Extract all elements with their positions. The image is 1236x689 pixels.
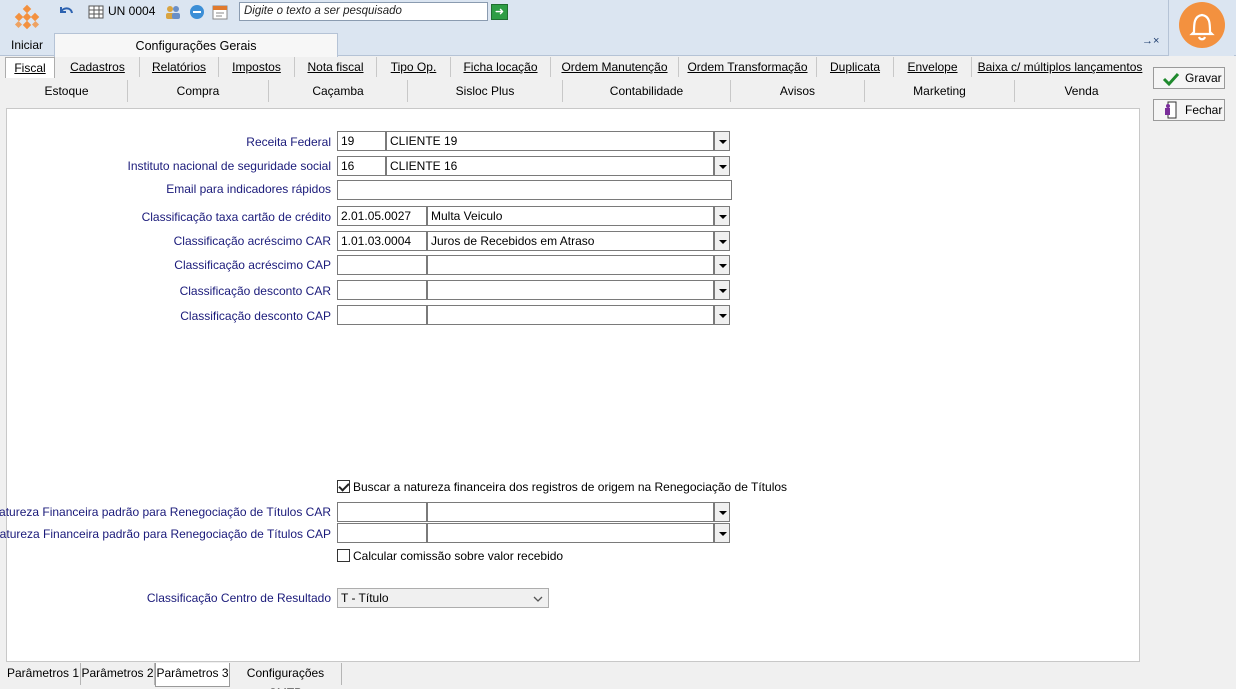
tab-estoque[interactable]: Estoque [6,80,128,102]
unit-label[interactable]: UN 0004 [108,4,155,18]
desc-cap-desc-input[interactable] [427,305,714,325]
receita-code-input[interactable]: 19 [337,131,386,151]
email-label: Email para indicadores rápidos [166,182,331,196]
acresc-car-code-input[interactable]: 1.01.03.0004 [337,231,427,251]
nat-car-desc-input[interactable] [427,502,714,522]
tab-cacamba[interactable]: Caçamba [269,80,408,102]
receita-desc-input[interactable]: CLIENTE 19 [386,131,714,151]
receita-label: Receita Federal [246,135,331,149]
centro-resultado-label: Classificação Centro de Resultado [146,591,331,605]
tab-ordem-transformacao[interactable]: Ordem Transformação [679,57,817,77]
save-label: Gravar [1185,71,1222,85]
nat-car-dropdown-button[interactable] [714,502,730,522]
tab-marketing[interactable]: Marketing [865,80,1015,102]
acresc-car-dropdown-button[interactable] [714,231,730,251]
nat-cap-label: Natureza Financeira padrão para Renegoci… [0,527,331,541]
undo-icon[interactable] [57,4,75,20]
start-label: Iniciar [10,38,43,52]
acresc-cap-label: Classificação acréscimo CAP [174,258,331,272]
acresc-cap-dropdown-button[interactable] [714,255,730,275]
desc-car-desc-input[interactable] [427,280,714,300]
taxa-cartao-desc-input[interactable]: Multa Veiculo [427,206,714,226]
door-exit-icon [1165,101,1177,119]
inss-dropdown-button[interactable] [714,156,730,176]
desc-car-label: Classificação desconto CAR [179,284,331,298]
acresc-car-label: Classificação acréscimo CAR [173,234,331,248]
desc-cap-code-input[interactable] [337,305,427,325]
comissao-checkbox[interactable] [337,549,350,562]
refresh-icon[interactable] [188,4,206,20]
start-logo-icon [14,4,40,30]
tab-avisos[interactable]: Avisos [731,80,865,102]
comissao-label: Calcular comissão sobre valor recebido [353,549,564,563]
tab-baixa-multiplos[interactable]: Baixa c/ múltiplos lançamentos [972,57,1148,77]
tab-sisloc-plus[interactable]: Sisloc Plus [408,80,563,102]
acresc-cap-code-input[interactable] [337,255,427,275]
bell-icon [1189,13,1215,41]
notification-button[interactable] [1179,2,1225,48]
tab-venda[interactable]: Venda [1015,80,1148,102]
tab-parametros-1[interactable]: Parâmetros 1 [6,663,81,685]
tab-parametros-2[interactable]: Parâmetros 2 [81,663,155,685]
taxa-cartao-code-input[interactable]: 2.01.05.0027 [337,206,427,226]
nat-cap-code-input[interactable] [337,523,427,543]
desc-car-dropdown-button[interactable] [714,280,730,300]
calendar-icon[interactable] [211,4,229,20]
tab-duplicata[interactable]: Duplicata [817,57,894,77]
tab-compra[interactable]: Compra [128,80,269,102]
tab-ficha-locacao[interactable]: Ficha locação [451,57,551,77]
close-button[interactable]: Fechar [1153,99,1225,121]
nat-cap-desc-input[interactable] [427,523,714,543]
receita-dropdown-button[interactable] [714,131,730,151]
centro-resultado-select[interactable]: T - Título [337,588,549,608]
tab-parametros-3[interactable]: Parâmetros 3 [155,663,230,687]
nat-car-code-input[interactable] [337,502,427,522]
document-tab[interactable]: Configurações Gerais [54,33,338,57]
inss-code-input[interactable]: 16 [337,156,386,176]
close-label: Fechar [1185,103,1223,117]
nat-car-label: Natureza Financeira padrão para Renegoci… [0,505,331,519]
checkmark-icon [1162,72,1180,87]
email-input[interactable] [337,180,732,200]
nat-cap-dropdown-button[interactable] [714,523,730,543]
tab-fiscal[interactable]: Fiscal [5,57,55,78]
tab-nota-fiscal[interactable]: Nota fiscal [295,57,377,77]
tab-cadastros[interactable]: Cadastros [56,57,140,77]
taxa-cartao-label: Classificação taxa cartão de crédito [141,210,331,224]
taxa-cartao-dropdown-button[interactable] [714,206,730,226]
search-go-button[interactable]: ➜ [491,4,508,20]
tab-tipo-op[interactable]: Tipo Op. [377,57,451,77]
desc-cap-label: Classificação desconto CAP [180,309,331,323]
centro-resultado-value: T - Título [341,591,389,605]
search-input[interactable]: Digite o texto a ser pesquisado [239,2,488,21]
close-tab-button[interactable]: →× [1142,35,1159,47]
buscar-natureza-label: Buscar a natureza financeira dos registr… [353,480,788,494]
tab-envelope[interactable]: Envelope [894,57,972,77]
acresc-car-desc-input[interactable]: Juros de Recebidos em Atraso [427,231,714,251]
start-button[interactable]: Iniciar [3,2,51,54]
buscar-natureza-checkbox[interactable] [337,480,350,493]
tab-relatorios[interactable]: Relatórios [140,57,219,77]
tab-configuracoes-smtp[interactable]: Configurações SMTP [230,663,342,689]
unit-grid-icon[interactable] [88,4,106,20]
save-button[interactable]: Gravar [1153,67,1225,89]
inss-label: Instituto nacional de seguridade social [127,159,331,173]
tab-contabilidade[interactable]: Contabilidade [563,80,731,102]
desc-cap-dropdown-button[interactable] [714,305,730,325]
arrow-right-icon: ➜ [494,6,505,18]
users-icon[interactable] [164,4,182,20]
tab-impostos[interactable]: Impostos [219,57,295,77]
inss-desc-input[interactable]: CLIENTE 16 [386,156,714,176]
tab-ordem-manutencao[interactable]: Ordem Manutenção [551,57,679,77]
acresc-cap-desc-input[interactable] [427,255,714,275]
chevron-down-icon [533,596,543,602]
desc-car-code-input[interactable] [337,280,427,300]
